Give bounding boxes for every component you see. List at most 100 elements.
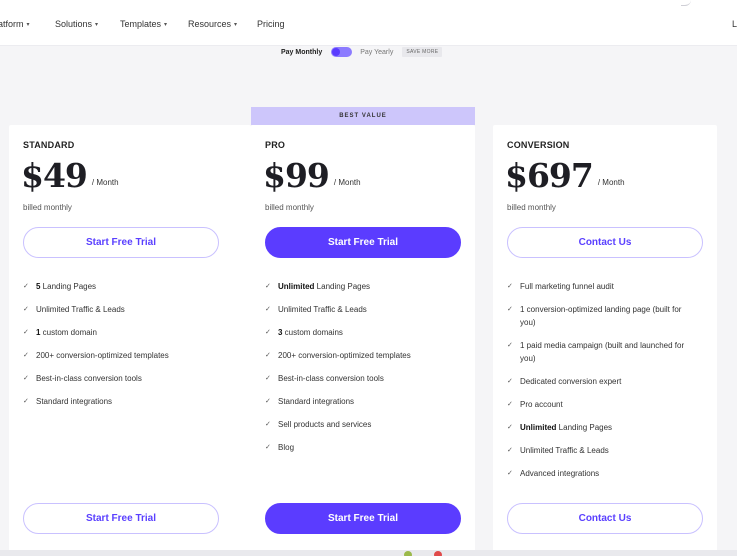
pay-yearly-label[interactable]: Pay Yearly	[360, 49, 393, 56]
price-row: $99 / Month	[263, 158, 361, 194]
price-period: / Month	[597, 178, 625, 187]
check-icon: ✓	[265, 398, 271, 405]
save-more-badge: SAVE MORE	[402, 47, 443, 57]
price-period: / Month	[91, 178, 119, 187]
feature-item: ✓ Dedicated conversion expert	[507, 375, 697, 388]
feature-text: Landing Pages	[556, 423, 613, 432]
check-icon: ✓	[265, 329, 271, 336]
feature-text: Unlimited Traffic & Leads	[278, 305, 367, 314]
feature-highlight: Unlimited	[278, 282, 315, 291]
feature-item: ✓ Standard integrations	[265, 395, 475, 408]
plan-card-pro: PRO $99 / Month billed monthly Start Fre…	[251, 125, 475, 556]
nav-login-link[interactable]: L	[732, 19, 737, 29]
start-free-trial-button[interactable]: Start Free Trial	[23, 227, 219, 258]
check-icon: ✓	[507, 283, 513, 290]
nav-item-label: Pricing	[257, 19, 285, 29]
feature-text: Landing Pages	[314, 282, 371, 291]
plan-card-conversion: CONVERSION $697 / Month billed monthly C…	[493, 125, 717, 556]
nav-item-platform[interactable]: atform ▾	[0, 19, 30, 29]
contact-us-button[interactable]: Contact Us	[507, 227, 703, 258]
nav-item-label: Solutions	[55, 19, 93, 29]
pay-monthly-label[interactable]: Pay Monthly	[281, 49, 322, 56]
feature-text: custom domains	[282, 328, 343, 337]
feature-list: ✓ Full marketing funnel audit ✓ 1 conversio…	[507, 280, 697, 490]
feature-highlight: Unlimited	[520, 423, 557, 432]
feature-list: ✓ 5 Landing Pages ✓ Unlimited Traffic & Lea…	[23, 280, 233, 418]
feature-text: 200+ conversion-optimized templates	[36, 351, 169, 360]
feature-list: ✓ Unlimited Landing Pages ✓ Unlimited Traff…	[265, 280, 475, 464]
check-icon: ✓	[23, 398, 29, 405]
feature-text: Best-in-class conversion tools	[278, 374, 384, 383]
best-value-banner: BEST VALUE	[251, 107, 475, 125]
check-icon: ✓	[23, 306, 29, 313]
nav-item-label: Resources	[188, 19, 232, 29]
feature-item: ✓ 1 paid media campaign (built and launch…	[507, 339, 697, 365]
feature-text: Best-in-class conversion tools	[36, 374, 142, 383]
feature-item: ✓ 200+ conversion-optimized templates	[23, 349, 233, 362]
feature-text: Full marketing funnel audit	[520, 282, 614, 291]
status-dot-icon	[404, 551, 412, 556]
feature-item: ✓ Unlimited Traffic & Leads	[507, 444, 697, 457]
nav-item-resources[interactable]: Resources ▾	[188, 19, 237, 29]
check-icon: ✓	[265, 306, 271, 313]
check-icon: ✓	[265, 283, 271, 290]
check-icon: ✓	[507, 447, 513, 454]
check-icon: ✓	[23, 329, 29, 336]
check-icon: ✓	[507, 342, 513, 349]
feature-item: ✓ Advanced integrations	[507, 467, 697, 480]
chevron-down-icon: ▾	[26, 21, 30, 28]
start-free-trial-button-bottom[interactable]: Start Free Trial	[265, 503, 461, 534]
feature-text: Advanced integrations	[520, 469, 600, 478]
feature-item: ✓ 200+ conversion-optimized templates	[265, 349, 475, 362]
feature-item: ✓ 1 conversion-optimized landing page (bu…	[507, 303, 697, 329]
check-icon: ✓	[265, 421, 271, 428]
feature-item: ✓ 3 custom domains	[265, 326, 475, 339]
check-icon: ✓	[265, 444, 271, 451]
feature-item: ✓ Blog	[265, 441, 475, 454]
chevron-down-icon: ▾	[164, 21, 168, 28]
feature-item: ✓ Standard integrations	[23, 395, 233, 408]
feature-item: ✓ Unlimited Landing Pages	[265, 280, 475, 293]
feature-item: ✓ Full marketing funnel audit	[507, 280, 697, 293]
nav-item-templates[interactable]: Templates ▾	[120, 19, 167, 29]
check-icon: ✓	[507, 470, 513, 477]
price-period: / Month	[333, 178, 361, 187]
plan-card-standard: STANDARD $49 / Month billed monthly Star…	[9, 125, 251, 556]
feature-item: ✓ Unlimited Traffic & Leads	[23, 303, 233, 316]
nav-item-solutions[interactable]: Solutions ▾	[55, 19, 98, 29]
billing-note: billed monthly	[265, 203, 314, 212]
check-icon: ✓	[507, 424, 513, 431]
check-icon: ✓	[507, 401, 513, 408]
billing-toggle-row: Pay Monthly Pay Yearly SAVE MORE	[281, 47, 443, 57]
feature-item: ✓ Best-in-class conversion tools	[23, 372, 233, 385]
start-free-trial-button[interactable]: Start Free Trial	[265, 227, 461, 258]
feature-text: Unlimited Traffic & Leads	[36, 305, 125, 314]
feature-text: Pro account	[520, 400, 563, 409]
billing-toggle-switch[interactable]	[331, 47, 353, 57]
nav-item-label: atform	[0, 19, 24, 29]
nav-item-label: Templates	[120, 19, 162, 29]
start-free-trial-button-bottom[interactable]: Start Free Trial	[23, 503, 219, 534]
feature-item: ✓ 1 custom domain	[23, 326, 233, 339]
contact-us-button-bottom[interactable]: Contact Us	[507, 503, 703, 534]
feature-text: Landing Pages	[40, 282, 97, 291]
billing-note: billed monthly	[507, 203, 556, 212]
toggle-knob	[332, 48, 341, 56]
feature-text: Unlimited Traffic & Leads	[520, 446, 609, 455]
nav-item-pricing[interactable]: Pricing	[257, 19, 285, 29]
plan-name: CONVERSION	[507, 140, 570, 150]
feature-item: ✓ Pro account	[507, 398, 697, 411]
feature-text: Standard integrations	[36, 397, 113, 406]
feature-text: Dedicated conversion expert	[520, 377, 622, 386]
horizontal-scrollbar[interactable]	[0, 550, 737, 556]
feature-text: 1 conversion-optimized landing page (bui…	[520, 305, 682, 327]
feature-item: ✓ Unlimited Landing Pages	[507, 421, 697, 434]
check-icon: ✓	[265, 352, 271, 359]
plan-price: $99	[263, 156, 330, 195]
price-row: $697 / Month	[505, 158, 625, 194]
feature-text: 200+ conversion-optimized templates	[278, 351, 411, 360]
status-dot-icon	[434, 551, 442, 556]
check-icon: ✓	[23, 283, 29, 290]
feature-item: ✓ 5 Landing Pages	[23, 280, 233, 293]
feature-text: Standard integrations	[278, 397, 355, 406]
